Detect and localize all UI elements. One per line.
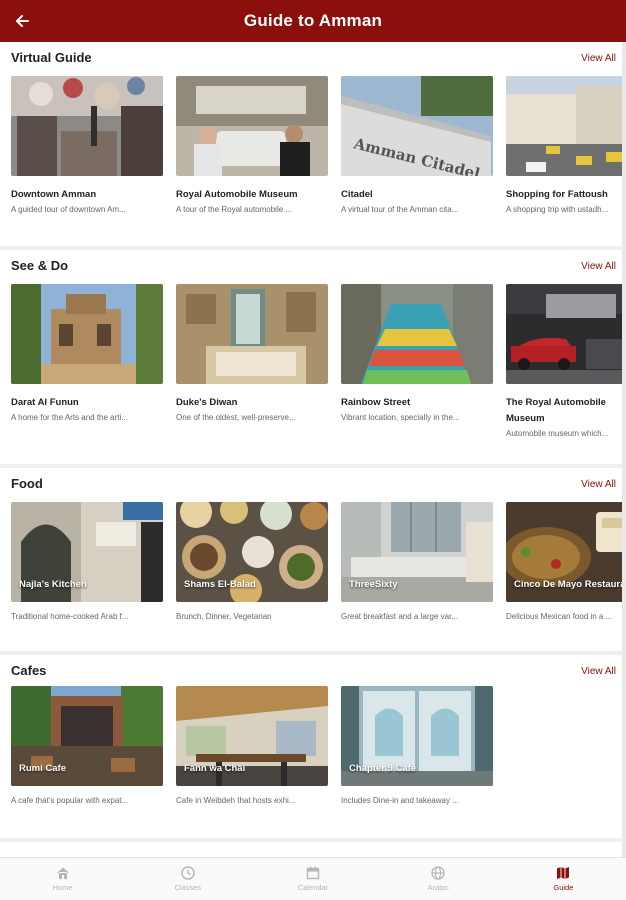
card-subtitle: Traditional home-cooked Arab f... bbox=[11, 612, 129, 621]
card-subtitle: Delicious Mexican food in a ... bbox=[506, 612, 613, 621]
card-subtitle: A shopping trip with ustadh... bbox=[506, 205, 609, 214]
section-title: See & Do bbox=[11, 258, 69, 273]
card-title: Citadel bbox=[341, 189, 373, 200]
card-royal-automobile-museum[interactable]: Royal Automobile Museum A tour of the Ro… bbox=[176, 76, 328, 214]
card-image: Cinco De Mayo Restaurant bbox=[506, 502, 626, 602]
card-image: Fann wa Chai bbox=[176, 686, 328, 786]
section-title: Cafes bbox=[11, 663, 47, 678]
card-shams-el-balad[interactable]: Shams El-Balad Brunch, Dinner, Vegetaria… bbox=[176, 502, 328, 621]
card-image: Najla's Kitchen bbox=[11, 502, 163, 602]
card-subtitle: A tour of the Royal automobile ... bbox=[176, 205, 293, 214]
card-najlas-kitchen[interactable]: Najla's Kitchen Traditional home-cooked … bbox=[11, 502, 163, 621]
card-title: Downtown Amman bbox=[11, 189, 97, 200]
view-all-link[interactable]: View All bbox=[581, 53, 616, 64]
card-image bbox=[506, 76, 626, 176]
card-title: Shams El-Balad bbox=[184, 579, 256, 590]
globe-icon bbox=[431, 866, 445, 880]
card-royal-automobile-museum-see[interactable]: The Royal Automobile Museum Automobile m… bbox=[506, 284, 626, 438]
view-all-link[interactable]: View All bbox=[581, 666, 616, 677]
app-bar: Guide to Amman bbox=[0, 0, 626, 42]
clock-icon bbox=[181, 866, 195, 880]
card-image: ThreeSixty bbox=[341, 502, 493, 602]
home-icon bbox=[56, 867, 69, 879]
card-subtitle: Vibrant location, specially in the... bbox=[341, 413, 460, 422]
card-image: Chapter 9 Cafe bbox=[341, 686, 493, 786]
nav-calendar[interactable]: Calendar bbox=[250, 858, 375, 900]
card-chapter-9-cafe[interactable]: Chapter 9 Cafe Includes Dine-in and take… bbox=[341, 686, 493, 805]
section-title: Food bbox=[11, 476, 43, 491]
nav-label: Arabic bbox=[427, 883, 449, 892]
calendar-icon bbox=[306, 866, 320, 880]
card-subtitle: Cafe in Weibdeh that hosts exhi... bbox=[176, 796, 296, 805]
arrow-left-icon bbox=[16, 15, 29, 27]
card-subtitle: Automobile museum which... bbox=[506, 429, 609, 438]
nav-label: Calendar bbox=[297, 883, 329, 892]
nav-label: Home bbox=[52, 883, 73, 892]
section-title: Virtual Guide bbox=[11, 50, 92, 65]
card-citadel[interactable]: Amman Citadel Citadel A virtual tour of … bbox=[341, 76, 493, 214]
card-title: Najla's Kitchen bbox=[19, 579, 87, 590]
map-icon bbox=[557, 867, 570, 879]
card-subtitle: A home for the Arts and the arti... bbox=[11, 413, 128, 422]
card-image bbox=[176, 284, 328, 384]
card-darat-al-funun[interactable]: Darat Al Funun A home for the Arts and t… bbox=[11, 284, 163, 422]
card-cinco-de-mayo[interactable]: Cinco De Mayo Restaurant Delicious Mexic… bbox=[506, 502, 626, 621]
card-rainbow-street[interactable]: Rainbow Street Vibrant location, special… bbox=[341, 284, 493, 422]
card-subtitle: Includes Dine-in and takeaway ... bbox=[341, 796, 459, 805]
card-title: Duke's Diwan bbox=[176, 397, 238, 408]
card-image bbox=[341, 284, 493, 384]
section-cafes: Cafes View All Rumi Cafe A cafe that's p… bbox=[0, 655, 626, 838]
card-title: Rumi Cafe bbox=[19, 763, 66, 774]
card-image bbox=[11, 76, 163, 176]
card-downtown-amman[interactable]: Downtown Amman A guided tour of downtown… bbox=[11, 76, 163, 214]
next-section-peek bbox=[0, 842, 626, 857]
card-subtitle: Brunch, Dinner, Vegetarian bbox=[176, 612, 272, 621]
card-title: Darat Al Funun bbox=[11, 397, 79, 408]
card-dukes-diwan[interactable]: Duke's Diwan One of the oldest, well-pre… bbox=[176, 284, 328, 422]
card-subtitle: Great breakfast and a large var... bbox=[341, 612, 458, 621]
bottom-nav: Home Classes Calendar Arabic Guide bbox=[0, 857, 626, 900]
section-virtual-guide: Virtual Guide View All Downtown Amman A … bbox=[0, 42, 626, 246]
card-title: The Royal Automobile Museum bbox=[506, 397, 606, 424]
card-image bbox=[176, 76, 328, 176]
back-button[interactable] bbox=[10, 9, 34, 33]
card-subtitle: A cafe that's popular with expat... bbox=[11, 796, 129, 805]
nav-arabic[interactable]: Arabic bbox=[376, 858, 501, 900]
guide-content[interactable]: Virtual Guide View All Downtown Amman A … bbox=[0, 42, 626, 857]
view-all-link[interactable]: View All bbox=[581, 261, 616, 272]
page-title: Guide to Amman bbox=[243, 11, 383, 30]
card-title: ThreeSixty bbox=[349, 579, 398, 590]
nav-label: Classes bbox=[174, 883, 202, 892]
card-title: Royal Automobile Museum bbox=[176, 189, 298, 200]
card-subtitle: A virtual tour of the Amman cita... bbox=[341, 205, 459, 214]
card-title: Fann wa Chai bbox=[184, 763, 246, 774]
nav-home[interactable]: Home bbox=[0, 858, 125, 900]
card-title: Cinco De Mayo Restaurant bbox=[514, 579, 626, 590]
card-fann-wa-chai[interactable]: Fann wa Chai Cafe in Weibdeh that hosts … bbox=[176, 686, 328, 805]
scroll-edge bbox=[622, 42, 626, 857]
card-image: Rumi Cafe bbox=[11, 686, 163, 786]
section-food: Food View All Najla's Kitchen Traditiona… bbox=[0, 468, 626, 651]
card-subtitle: One of the oldest, well-preserve... bbox=[176, 413, 296, 422]
card-image: Shams El-Balad bbox=[176, 502, 328, 602]
card-subtitle: A guided tour of downtown Am... bbox=[11, 205, 126, 214]
section-see-and-do: See & Do View All Darat Al Funun A home … bbox=[0, 250, 626, 464]
card-image bbox=[506, 284, 626, 384]
card-rumi-cafe[interactable]: Rumi Cafe A cafe that's popular with exp… bbox=[11, 686, 163, 805]
card-title: Rainbow Street bbox=[341, 397, 411, 408]
card-image: Amman Citadel bbox=[341, 76, 493, 176]
card-image bbox=[11, 284, 163, 384]
card-title: Chapter 9 Cafe bbox=[349, 763, 417, 774]
card-threesixty[interactable]: ThreeSixty Great breakfast and a large v… bbox=[341, 502, 493, 621]
nav-guide[interactable]: Guide bbox=[501, 858, 626, 900]
view-all-link[interactable]: View All bbox=[581, 479, 616, 490]
card-title: Shopping for Fattoush bbox=[506, 189, 608, 200]
nav-label: Guide bbox=[553, 883, 574, 892]
nav-classes[interactable]: Classes bbox=[125, 858, 250, 900]
card-shopping-for-fattoush[interactable]: Shopping for Fattoush A shopping trip wi… bbox=[506, 76, 626, 214]
